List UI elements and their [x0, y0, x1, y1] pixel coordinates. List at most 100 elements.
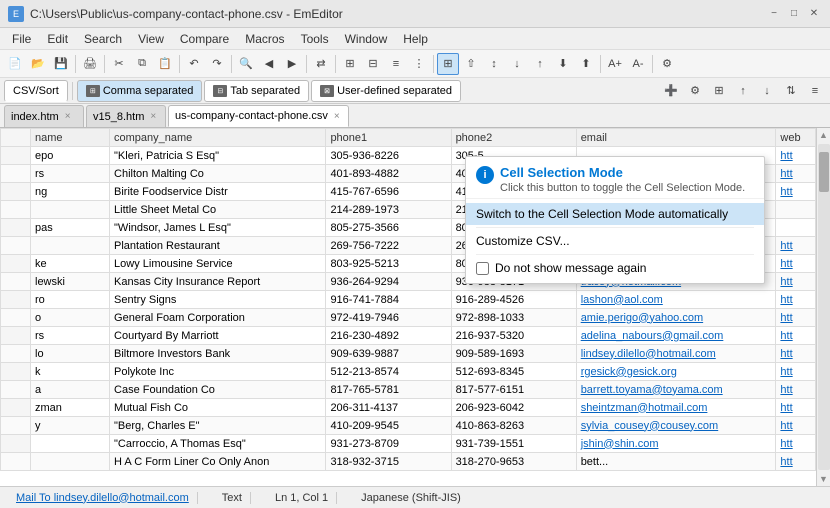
cell-company[interactable]: Courtyard By Marriott [110, 327, 326, 345]
cell-company[interactable]: Chilton Malting Co [110, 165, 326, 183]
cell-web[interactable]: htt [776, 399, 816, 417]
menu-tools[interactable]: Tools [293, 28, 337, 50]
cell-web[interactable] [776, 219, 816, 237]
print-button[interactable]: 🖨 [79, 53, 101, 75]
csv-sort-tab[interactable]: CSV/Sort [4, 80, 68, 102]
cell-web[interactable]: htt [776, 309, 816, 327]
redo-button[interactable]: ↷ [206, 53, 228, 75]
cell-phone2[interactable]: 216-937-5320 [451, 327, 576, 345]
cell-company[interactable]: Mutual Fish Co [110, 399, 326, 417]
v-scrollbar[interactable]: ▲ ▼ [816, 128, 830, 486]
do-not-show-checkbox[interactable] [476, 262, 489, 275]
tb-btn9[interactable]: ↑ [529, 53, 551, 75]
more-button[interactable]: ≡ [804, 80, 826, 102]
cell-name[interactable]: k [31, 363, 110, 381]
cell-phone2[interactable]: 318-270-9653 [451, 453, 576, 471]
cell-name[interactable]: pas [31, 219, 110, 237]
cell-phone2[interactable]: 972-898-1033 [451, 309, 576, 327]
cell-email[interactable]: adelina_nabours@gmail.com [576, 327, 776, 345]
file-tab-0-close[interactable]: × [65, 111, 71, 122]
cell-name[interactable] [31, 435, 110, 453]
cell-phone1[interactable]: 318-932-3715 [326, 453, 451, 471]
file-tab-2[interactable]: us-company-contact-phone.csv × [168, 105, 349, 127]
cut-button[interactable]: ✂ [108, 53, 130, 75]
minimize-button[interactable]: − [766, 6, 782, 22]
cell-name[interactable]: ke [31, 255, 110, 273]
cell-phone1[interactable]: 214-289-1973 [326, 201, 451, 219]
tb-btn2[interactable]: ⊟ [362, 53, 384, 75]
cell-email[interactable]: bett... [576, 453, 776, 471]
sort-desc-button[interactable]: ↓ [756, 80, 778, 102]
cell-web[interactable]: htt [776, 183, 816, 201]
tb-btn10[interactable]: ⬇ [552, 53, 574, 75]
sort-button[interactable]: ⇅ [780, 80, 802, 102]
cell-email[interactable]: lindsey.dilello@hotmail.com [576, 345, 776, 363]
cell-phone1[interactable]: 269-756-7222 [326, 237, 451, 255]
file-tab-1-close[interactable]: × [150, 111, 156, 122]
cell-name[interactable]: lo [31, 345, 110, 363]
popup-item-2[interactable]: Do not show message again [466, 257, 764, 279]
cell-mode-button[interactable]: ⊞ [437, 53, 459, 75]
save-button[interactable]: 💾 [50, 53, 72, 75]
tb-btn6[interactable]: ⇧ [460, 53, 482, 75]
cell-company[interactable]: Lowy Limousine Service [110, 255, 326, 273]
cell-phone1[interactable]: 931-273-8709 [326, 435, 451, 453]
scroll-up-button[interactable]: ▲ [817, 128, 830, 142]
sort-asc-button[interactable]: ↑ [732, 80, 754, 102]
popup-item-1[interactable]: Customize CSV... [466, 230, 764, 252]
cell-phone1[interactable]: 401-893-4882 [326, 165, 451, 183]
cell-name[interactable]: zman [31, 399, 110, 417]
paste-button[interactable]: 📋 [154, 53, 176, 75]
cell-web[interactable]: htt [776, 435, 816, 453]
replace-button[interactable]: ⇄ [310, 53, 332, 75]
tb-btn11[interactable]: ⬆ [575, 53, 597, 75]
tb-btn1[interactable]: ⊞ [339, 53, 361, 75]
cell-web[interactable]: htt [776, 237, 816, 255]
cell-phone2[interactable]: 817-577-6151 [451, 381, 576, 399]
file-tab-1[interactable]: v15_8.htm × [86, 105, 166, 127]
cell-phone2[interactable]: 909-589-1693 [451, 345, 576, 363]
cell-phone1[interactable]: 909-639-9887 [326, 345, 451, 363]
cell-phone1[interactable]: 916-741-7884 [326, 291, 451, 309]
cell-company[interactable]: Polykote Inc [110, 363, 326, 381]
cell-phone1[interactable]: 415-767-6596 [326, 183, 451, 201]
cell-company[interactable]: H A C Form Liner Co Only Anon [110, 453, 326, 471]
menu-help[interactable]: Help [395, 28, 436, 50]
cell-phone1[interactable]: 512-213-8574 [326, 363, 451, 381]
cell-name[interactable] [31, 201, 110, 219]
comma-separated-tab[interactable]: ⊞ Comma separated [77, 80, 203, 102]
open-button[interactable]: 📂 [27, 53, 49, 75]
user-defined-tab[interactable]: ⊠ User-defined separated [311, 80, 461, 102]
cell-name[interactable] [31, 453, 110, 471]
cell-company[interactable]: "Kleri, Patricia S Esq" [110, 147, 326, 165]
close-button[interactable]: ✕ [806, 6, 822, 22]
cell-company[interactable]: Case Foundation Co [110, 381, 326, 399]
cell-phone1[interactable]: 972-419-7946 [326, 309, 451, 327]
cell-name[interactable]: o [31, 309, 110, 327]
settings-button[interactable]: ⚙ [656, 53, 678, 75]
menu-search[interactable]: Search [76, 28, 130, 50]
cell-email[interactable]: amie.perigo@yahoo.com [576, 309, 776, 327]
cell-phone2[interactable]: 206-923-6042 [451, 399, 576, 417]
cell-web[interactable]: htt [776, 255, 816, 273]
cell-phone1[interactable]: 206-311-4137 [326, 399, 451, 417]
cell-phone1[interactable]: 305-936-8226 [326, 147, 451, 165]
cell-company[interactable]: Kansas City Insurance Report [110, 273, 326, 291]
menu-view[interactable]: View [130, 28, 172, 50]
cell-company[interactable]: Sentry Signs [110, 291, 326, 309]
cell-name[interactable] [31, 237, 110, 255]
file-tab-2-close[interactable]: × [334, 111, 340, 122]
popup-item-0[interactable]: Switch to the Cell Selection Mode automa… [466, 203, 764, 225]
cell-web[interactable]: htt [776, 453, 816, 471]
zoom-in-button[interactable]: A+ [604, 53, 626, 75]
scroll-down-button[interactable]: ▼ [817, 472, 830, 486]
menu-window[interactable]: Window [337, 28, 396, 50]
col-header-email[interactable]: email [576, 129, 776, 147]
filter-button[interactable]: ⊞ [708, 80, 730, 102]
tb-btn7[interactable]: ↕ [483, 53, 505, 75]
cell-company[interactable]: Plantation Restaurant [110, 237, 326, 255]
cell-name[interactable]: lewski [31, 273, 110, 291]
cell-phone1[interactable]: 805-275-3566 [326, 219, 451, 237]
cell-email[interactable]: lashon@aol.com [576, 291, 776, 309]
cell-web[interactable]: htt [776, 345, 816, 363]
